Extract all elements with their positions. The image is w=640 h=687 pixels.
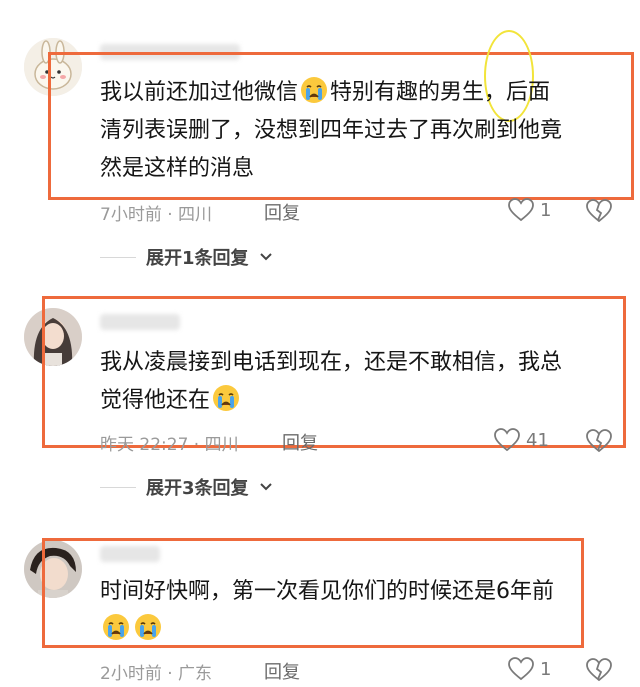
comment-meta: 2小时前 · 广东 (100, 664, 213, 684)
heart-outline-icon (494, 428, 520, 452)
comment-meta: 7小时前 · 四川 (100, 205, 213, 225)
expand-label: 展开3条回复 (146, 478, 249, 499)
reply-button[interactable]: 回复 (264, 199, 300, 225)
like-button[interactable]: 1 (508, 198, 551, 222)
comment-text: 时间好快啊，第一次看见你们的时候还是6年前 (100, 573, 600, 649)
comment-2: 我从凌晨接到电话到现在，还是不敢相信，我总 觉得他还在 昨天 22:27 · 四… (0, 280, 640, 520)
like-count: 1 (540, 658, 552, 680)
dislike-button[interactable] (586, 428, 612, 454)
comment-1: 我以前还加过他微信 特别有趣的男生，后面 清列表误删了，没想到四年过去了再次刷到他… (0, 0, 640, 280)
chevron-down-icon (259, 483, 272, 491)
crying-face-icon (300, 76, 328, 104)
reply-button[interactable]: 回复 (264, 658, 300, 684)
reply-button[interactable]: 回复 (282, 429, 318, 455)
expand-replies-button[interactable]: 展开3条回复 (100, 474, 273, 500)
like-count: 1 (540, 199, 552, 221)
broken-heart-icon (586, 658, 612, 682)
crying-face-icon (134, 613, 162, 641)
broken-heart-icon (586, 199, 612, 223)
divider (100, 256, 136, 258)
broken-heart-icon (586, 429, 612, 453)
heart-outline-icon (508, 198, 534, 222)
divider (100, 486, 136, 488)
crying-face-icon (102, 613, 130, 641)
like-count: 41 (526, 429, 549, 451)
chevron-down-icon (259, 253, 272, 261)
dislike-button[interactable] (586, 198, 612, 224)
expand-replies-button[interactable]: 展开1条回复 (100, 244, 273, 270)
comment-meta: 昨天 22:27 · 四川 (100, 435, 239, 455)
comment-3: 时间好快啊，第一次看见你们的时候还是6年前 2小时前 · 广东 回复 1 (0, 520, 640, 685)
like-button[interactable]: 1 (508, 657, 551, 681)
heart-outline-icon (508, 657, 534, 681)
expand-label: 展开1条回复 (146, 248, 249, 269)
dislike-button[interactable] (586, 657, 612, 683)
comment-text: 我从凌晨接到电话到现在，还是不敢相信，我总 觉得他还在 (100, 350, 563, 413)
like-button[interactable]: 41 (494, 428, 549, 452)
crying-face-icon (212, 384, 240, 412)
comment-text: 我以前还加过他微信 特别有趣的男生，后面 清列表误删了，没想到四年过去了再次刷到他… (100, 74, 620, 188)
